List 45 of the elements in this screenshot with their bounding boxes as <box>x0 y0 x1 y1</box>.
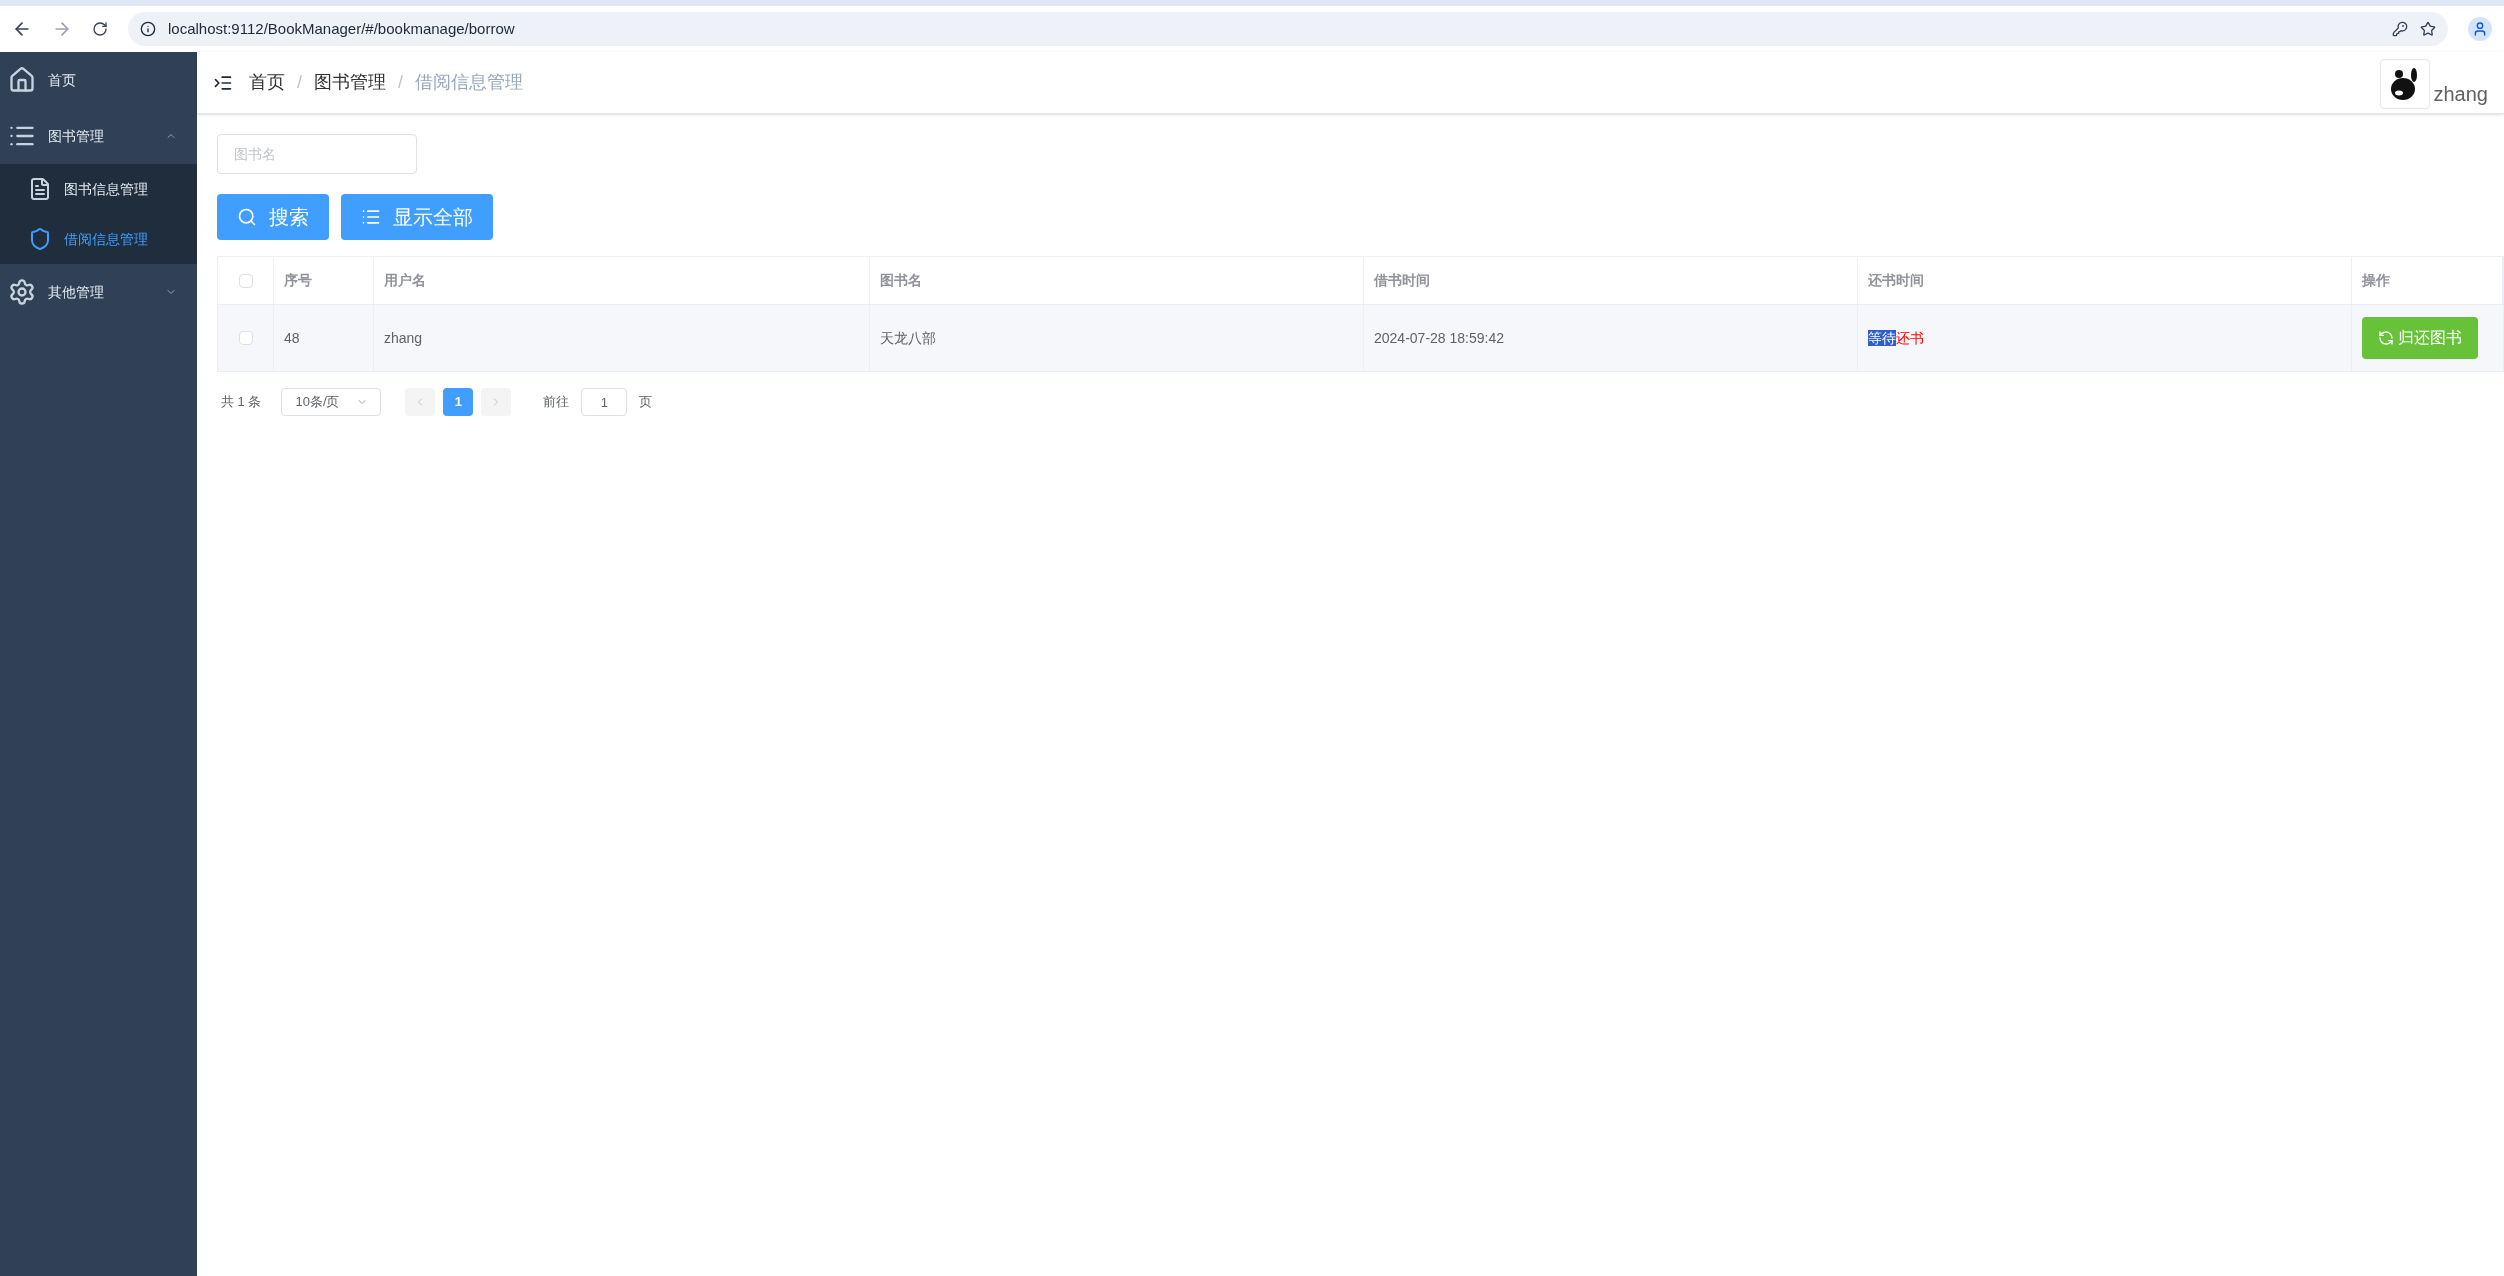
goto-page-field[interactable]: 1 <box>581 388 628 416</box>
avatar[interactable] <box>2379 59 2430 109</box>
url-text: localhost:9112/BookManager/#/bookmanage/borrow <box>168 18 515 39</box>
column-header: 还书时间 <box>1858 257 2352 304</box>
table-cell-text: 2024-07-28 18:59:42 <box>1374 328 1504 348</box>
sidebar-item[interactable]: 首页 <box>0 52 197 108</box>
house-icon <box>8 66 36 94</box>
column-header: 用户名 <box>374 257 870 304</box>
star-icon[interactable] <box>2420 21 2436 37</box>
refresh-icon <box>2378 330 2394 346</box>
submenu-item[interactable]: 图书信息管理 <box>0 164 197 214</box>
column-header: 图书名 <box>870 257 1364 304</box>
page-size-select[interactable]: 10条/页 <box>281 388 382 416</box>
breadcrumb-item[interactable]: 首页 <box>249 69 285 96</box>
total-count: 共 1 条 <box>221 393 262 412</box>
return-status: 等待还书 <box>1868 328 1924 348</box>
breadcrumb-separator: / <box>297 71 302 94</box>
document-icon <box>28 177 52 201</box>
select-all-checkbox[interactable] <box>238 273 253 288</box>
key-icon[interactable] <box>2392 21 2408 37</box>
goto-label: 前往 <box>543 393 570 412</box>
breadcrumb-separator: / <box>398 71 404 94</box>
search-icon <box>237 207 257 227</box>
row-checkbox[interactable] <box>238 331 253 345</box>
goto-suffix: 页 <box>639 393 653 412</box>
column-header: 操作 <box>2352 257 2503 304</box>
breadcrumb-item: 借阅信息管理 <box>415 71 524 94</box>
gear-icon <box>8 278 36 306</box>
column-header: 借书时间 <box>1364 257 1858 304</box>
address-bar[interactable]: localhost:9112/BookManager/#/bookmanage/borrow <box>128 12 2448 46</box>
shield-icon <box>28 227 52 251</box>
info-icon[interactable] <box>140 21 156 37</box>
username: zhang <box>2433 82 2488 107</box>
submenu-item[interactable]: 借阅信息管理 <box>0 214 197 264</box>
breadcrumb-item[interactable]: 图书管理 <box>314 69 386 96</box>
table-cell-text: zhang <box>384 328 423 348</box>
reload-icon[interactable] <box>92 21 108 37</box>
sidebar-item[interactable]: 图书管理 <box>0 108 197 164</box>
profile-avatar[interactable] <box>2468 17 2492 41</box>
list-icon <box>361 207 381 227</box>
search-field[interactable]: 图书名 <box>217 134 417 174</box>
table-cell-text: 天龙八部 <box>880 328 936 348</box>
table-cell-text: 48 <box>284 328 300 348</box>
column-header: 序号 <box>274 257 374 304</box>
sidebar-item[interactable]: 其他管理 <box>0 264 197 320</box>
